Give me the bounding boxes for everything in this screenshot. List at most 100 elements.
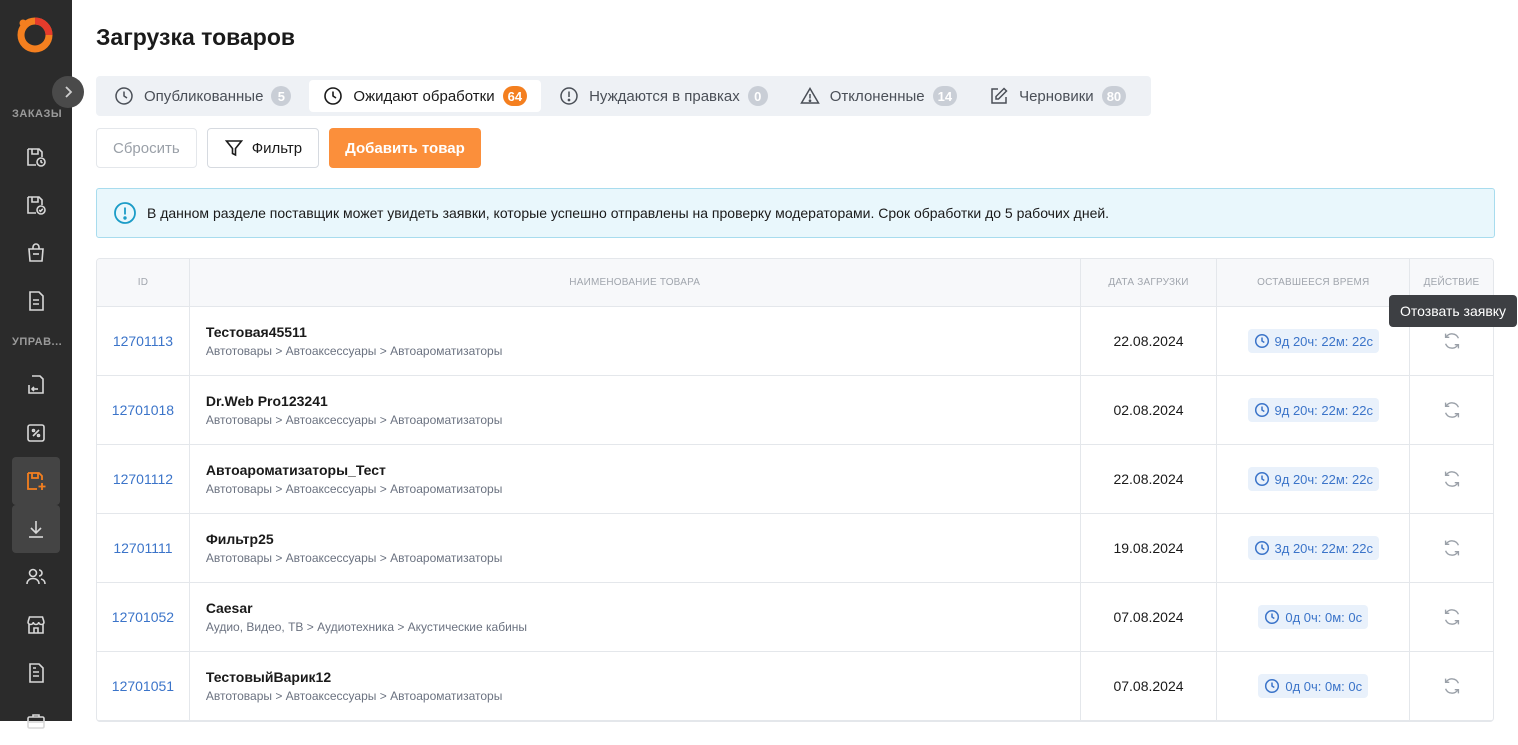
remaining-time-chip: 0д 0ч: 0м: 0с: [1258, 674, 1369, 698]
tab-count-badge: 80: [1101, 86, 1127, 106]
sidebar-item-upload[interactable]: [12, 505, 60, 553]
sidebar-item-users[interactable]: [12, 553, 60, 601]
add-product-icon: [27, 472, 46, 490]
sidebar-item-store[interactable]: [12, 601, 60, 649]
upload-date: 02.08.2024: [1113, 402, 1184, 418]
tab-rejected[interactable]: Отклоненные 14: [786, 80, 971, 112]
orders-check-icon: [27, 196, 46, 215]
filter-icon: [224, 140, 243, 157]
remaining-time-chip: 0д 0ч: 0м: 0с: [1258, 605, 1369, 629]
product-category: Автотовары > Автоаксессуары > Автоаромат…: [205, 551, 503, 565]
products-table: ID НАИМЕНОВАНИЕ ТОВАРА ДАТА ЗАГРУЗКИ ОСТ…: [96, 258, 1494, 722]
remaining-time-chip: 3д 20ч: 22м: 22с: [1247, 536, 1379, 560]
tab-count-badge: 5: [271, 86, 292, 106]
product-name: ТестовыйВарик12: [205, 669, 332, 685]
clock-icon: [1265, 609, 1280, 625]
product-id-link[interactable]: 12701018: [112, 402, 174, 418]
sidebar-item-add-product[interactable]: [12, 457, 60, 505]
add-product-button[interactable]: Добавить товар: [329, 128, 481, 168]
product-name: Фильтр25: [205, 531, 274, 547]
tab-published[interactable]: Опубликованные 5: [100, 80, 305, 112]
sidebar-item-document[interactable]: [12, 277, 60, 325]
users-icon: [26, 568, 46, 585]
sidebar-item-orders-done[interactable]: [12, 181, 60, 229]
tab-needs-edits[interactable]: Нуждаются в правках 0: [545, 80, 782, 112]
sidebar-section-manage: УПРАВ...: [12, 336, 63, 348]
product-name: Dr.Web Pro123241: [205, 393, 328, 409]
withdraw-tooltip: Отозвать заявку: [1389, 295, 1518, 327]
tab-drafts[interactable]: Черновики 80: [975, 80, 1140, 112]
info-banner: В данном разделе поставщик может увидеть…: [96, 188, 1495, 238]
withdraw-request-icon[interactable]: [1441, 675, 1463, 697]
column-header-id[interactable]: ID: [97, 259, 190, 306]
product-id-link[interactable]: 12701111: [113, 540, 172, 556]
withdraw-request-icon[interactable]: [1441, 468, 1463, 490]
remaining-time-chip: 9д 20ч: 22м: 22с: [1247, 398, 1379, 422]
withdraw-request-icon[interactable]: [1441, 330, 1463, 352]
column-header-remaining[interactable]: ОСТАВШЕЕСЯ ВРЕМЯ: [1217, 259, 1411, 306]
tab-count-badge: 64: [502, 86, 528, 106]
logo[interactable]: [14, 14, 56, 56]
tab-pending[interactable]: Ожидают обработки 64: [309, 80, 542, 112]
product-name: Тестовая45511: [205, 324, 307, 340]
tab-count-badge: 14: [932, 86, 958, 106]
product-category: Аудио, Видео, ТВ > Аудиотехника > Акусти…: [205, 620, 528, 634]
info-text: В данном разделе поставщик может увидеть…: [147, 205, 1110, 221]
collapse-sidebar-button[interactable]: [52, 76, 84, 108]
tab-label: Черновики: [1019, 87, 1094, 105]
upload-date: 22.08.2024: [1113, 471, 1184, 487]
clock-icon: [1254, 402, 1269, 418]
sidebar-item-discounts[interactable]: [12, 409, 60, 457]
filter-button[interactable]: Фильтр: [206, 128, 320, 168]
withdraw-request-icon[interactable]: [1441, 399, 1463, 421]
table-row: 12701111 Фильтр25 Автотовары > Автоаксесс…: [97, 514, 1493, 583]
table-row: 12701112 Автоароматизаторы_Тест Автотовар…: [97, 445, 1493, 514]
store-icon: [27, 616, 45, 634]
product-category: Автотовары > Автоаксессуары > Автоаромат…: [205, 344, 503, 358]
reset-button[interactable]: Сбросить: [96, 128, 197, 168]
tab-label: Ожидают обработки: [353, 87, 495, 105]
bag-icon: [28, 243, 44, 262]
withdraw-request-icon[interactable]: [1441, 537, 1463, 559]
product-category: Автотовары > Автоаксессуары > Автоаромат…: [205, 482, 503, 496]
sidebar-item-orders-pending[interactable]: [12, 133, 60, 181]
clock-icon: [1254, 471, 1269, 487]
clock-icon: [1254, 540, 1269, 556]
withdraw-request-icon[interactable]: [1441, 606, 1463, 628]
warning-icon: [799, 87, 820, 104]
sidebar-item-bag[interactable]: [12, 229, 60, 277]
column-header-date[interactable]: ДАТА ЗАГРУЗКИ: [1081, 259, 1218, 306]
filter-button-label: Фильтр: [251, 139, 303, 157]
product-id-link[interactable]: 12701112: [113, 471, 173, 487]
clock-icon: [115, 87, 133, 105]
clock-icon: [1254, 333, 1269, 349]
returns-icon: [28, 375, 44, 394]
chevron-right-icon: [65, 86, 73, 98]
sidebar-item-briefcase[interactable]: [12, 697, 60, 745]
column-header-name[interactable]: НАИМЕНОВАНИЕ ТОВАРА: [190, 259, 1081, 306]
percent-icon: [27, 424, 45, 442]
page-title: Загрузка товаров: [96, 24, 296, 50]
upload-date: 07.08.2024: [1113, 678, 1184, 694]
info-icon: [114, 202, 136, 224]
remaining-time: 9д 20ч: 22м: 22с: [1274, 333, 1373, 349]
sidebar-section-orders: ЗАКАЗЫ: [12, 108, 63, 120]
product-category: Автотовары > Автоаксессуары > Автоаромат…: [205, 413, 503, 427]
remaining-time-chip: 9д 20ч: 22м: 22с: [1247, 329, 1379, 353]
product-id-link[interactable]: 12701052: [112, 609, 174, 625]
main-content: Загрузка товаров Опубликованные 5 Ожидаю…: [96, 0, 1518, 722]
tab-label: Опубликованные: [144, 87, 264, 105]
sidebar: ЗАКАЗЫ УПРАВ...: [0, 0, 84, 729]
remaining-time: 0д 0ч: 0м: 0с: [1285, 609, 1363, 625]
clock-icon: [1265, 678, 1280, 694]
table-row: 12701018 Dr.Web Pro123241 Автотовары > Ав…: [97, 376, 1493, 445]
sidebar-item-returns[interactable]: [12, 361, 60, 409]
action-bar: Сбросить Фильтр Добавить товар: [96, 128, 481, 168]
product-id-link[interactable]: 12701051: [112, 678, 174, 694]
tab-label: Отклоненные: [829, 87, 925, 105]
report-icon: [29, 663, 44, 683]
tab-label: Нуждаются в правках: [589, 87, 740, 105]
sidebar-item-report[interactable]: [12, 649, 60, 697]
product-category: Автотовары > Автоаксессуары > Автоаромат…: [205, 689, 503, 703]
product-id-link[interactable]: 12701113: [113, 333, 173, 349]
